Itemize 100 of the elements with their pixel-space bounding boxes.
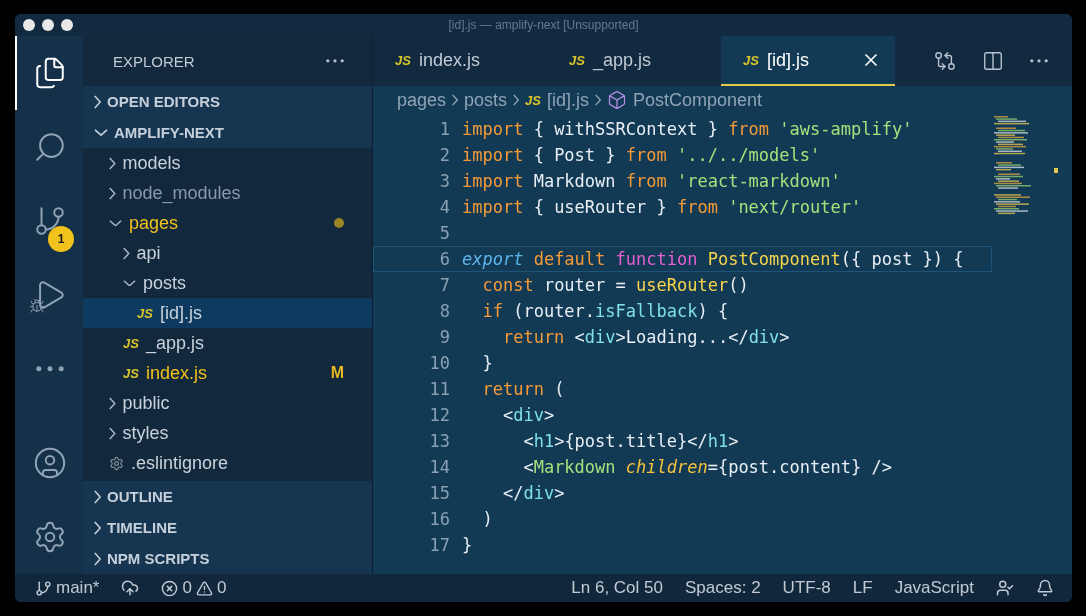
file-name: models xyxy=(122,152,182,174)
code-text: import { Post } from '../../models' xyxy=(461,145,821,165)
sync-icon[interactable] xyxy=(121,579,140,597)
tree-item[interactable]: posts xyxy=(83,268,372,298)
minimize-dot[interactable] xyxy=(42,19,54,31)
more-icon[interactable] xyxy=(1030,59,1048,63)
tree-item[interactable]: JS index.js M xyxy=(83,358,372,388)
line-number: 4 xyxy=(438,197,451,217)
tab-label: _app.js xyxy=(592,49,652,71)
tree-item[interactable]: api xyxy=(83,238,372,268)
js-file-icon: JS xyxy=(137,305,153,321)
code-text: ) xyxy=(481,509,493,529)
line-number: 12 xyxy=(428,405,451,425)
tree-item[interactable]: styles xyxy=(83,418,372,448)
breadcrumb-item[interactable]: pages xyxy=(397,89,447,111)
section-header[interactable]: OUTLINE xyxy=(83,481,372,512)
code-text: <Markdown children={post.content} /> xyxy=(522,457,892,477)
chevron-down-icon xyxy=(94,129,108,136)
section-title: OUTLINE xyxy=(107,488,173,505)
chevron-right-icon xyxy=(94,520,101,535)
branch-icon[interactable] xyxy=(35,579,52,597)
status-item[interactable]: LF xyxy=(852,578,873,598)
chevron-right-icon xyxy=(94,94,101,109)
status-item[interactable]: JavaScript xyxy=(894,578,974,598)
section-header[interactable]: NPM SCRIPTS xyxy=(83,543,372,574)
status-item[interactable]: Ln 6, Col 50 xyxy=(571,578,663,598)
js-file-icon: JS xyxy=(525,92,541,108)
line-number: 7 xyxy=(438,275,451,295)
close-dot[interactable] xyxy=(23,19,35,31)
tree-item[interactable]: models xyxy=(83,148,372,178)
section-header[interactable]: AMPLIFY-NEXT xyxy=(83,117,372,148)
feedback-icon[interactable] xyxy=(996,579,1014,597)
file-name: public xyxy=(122,392,171,414)
modified-dot xyxy=(334,218,344,228)
file-name: [id].js xyxy=(159,302,203,324)
code-text: </div> xyxy=(501,483,565,503)
more-icon[interactable] xyxy=(326,59,344,63)
code-text: const router = useRouter() xyxy=(481,275,749,295)
tree-item[interactable]: node_modules xyxy=(83,178,372,208)
branch-name[interactable]: main* xyxy=(56,578,100,598)
section-header[interactable]: TIMELINE xyxy=(83,512,372,543)
line-number: 10 xyxy=(428,353,451,373)
chevron-right-icon xyxy=(513,94,520,106)
line-number: 17 xyxy=(428,535,451,555)
bell-icon[interactable] xyxy=(1036,579,1054,597)
editor-tab[interactable]: JS _app.js xyxy=(547,36,721,86)
code-text: } xyxy=(481,353,493,373)
line-number: 13 xyxy=(428,431,451,451)
code-text: export default function PostComponent({ post }) { xyxy=(461,249,964,269)
tab-label: index.js xyxy=(418,49,481,71)
activity-button[interactable]: 1 xyxy=(15,184,83,258)
editor-tab[interactable]: JS [id].js xyxy=(721,36,895,86)
line-number: 1 xyxy=(438,119,451,139)
split-editor-icon[interactable] xyxy=(982,50,1004,72)
account-icon xyxy=(33,446,67,480)
tree-item[interactable]: .eslintignore xyxy=(83,448,372,478)
more-icon xyxy=(36,366,64,372)
error-count[interactable]: 0 xyxy=(182,578,192,598)
tree-item[interactable]: JS _app.js xyxy=(83,328,372,358)
code-text: import { useRouter } from 'next/router' xyxy=(461,197,862,217)
cube-icon xyxy=(607,90,627,110)
compare-icon[interactable] xyxy=(934,50,956,72)
line-number: 6 xyxy=(438,249,451,269)
line-number: 16 xyxy=(428,509,451,529)
breadcrumb-item[interactable]: PostComponent xyxy=(633,89,763,111)
file-name: _app.js xyxy=(145,332,205,354)
code-text: import Markdown from 'react-markdown' xyxy=(461,171,841,191)
tree-item[interactable]: public xyxy=(83,388,372,418)
status-item[interactable]: Spaces: 2 xyxy=(685,578,761,598)
section-title: TIMELINE xyxy=(107,519,177,536)
breadcrumb-item[interactable]: posts xyxy=(464,89,508,111)
file-name: index.js xyxy=(145,362,208,384)
chevron-right-icon xyxy=(94,551,101,566)
window-title: [id].js — amplify-next [Unsupported] xyxy=(447,18,640,32)
section-title: NPM SCRIPTS xyxy=(107,550,210,567)
chevron-right-icon xyxy=(94,489,101,504)
search-icon xyxy=(33,130,67,164)
zoom-dot[interactable] xyxy=(61,19,73,31)
tree-item[interactable]: pages xyxy=(83,208,372,238)
code-text: if (router.isFallback) { xyxy=(481,301,729,321)
code-text: <h1>{post.title}</h1> xyxy=(522,431,739,451)
warning-icon[interactable] xyxy=(195,579,213,597)
line-number: 5 xyxy=(438,223,451,243)
line-number: 2 xyxy=(438,145,451,165)
file-name: api xyxy=(136,242,162,264)
code-text: import { withSSRContext } from 'aws-amplify' xyxy=(461,119,913,139)
breadcrumb-item[interactable]: [id].js xyxy=(547,89,589,111)
config-file-icon xyxy=(109,455,124,471)
editor-tab[interactable]: JS index.js xyxy=(373,36,547,86)
tab-label: [id].js xyxy=(766,49,810,71)
line-number: 8 xyxy=(438,301,451,321)
js-file-icon: JS xyxy=(123,335,139,351)
file-name: styles xyxy=(122,422,170,444)
tree-item[interactable]: JS [id].js xyxy=(83,298,372,328)
error-icon[interactable] xyxy=(161,579,179,597)
section-header[interactable]: OPEN EDITORS xyxy=(83,86,372,117)
warning-count[interactable]: 0 xyxy=(216,578,227,598)
line-number: 11 xyxy=(428,379,451,399)
status-item[interactable]: UTF-8 xyxy=(782,578,831,598)
code-text: } xyxy=(461,535,473,555)
